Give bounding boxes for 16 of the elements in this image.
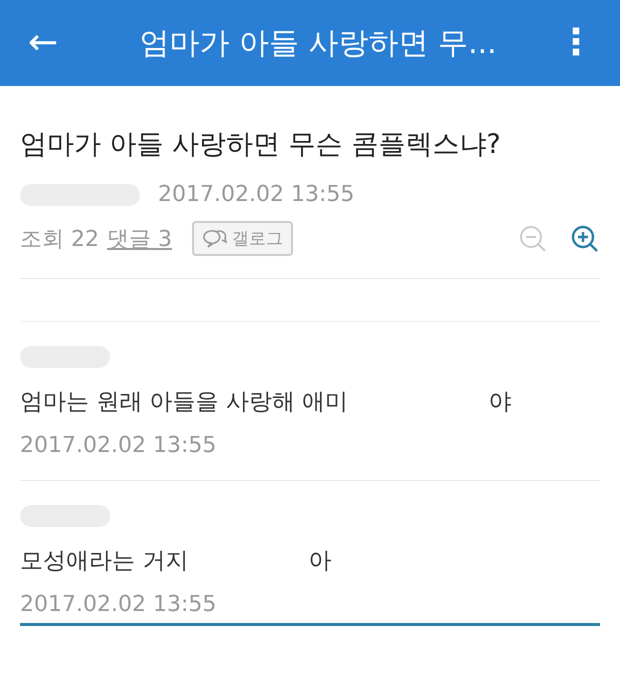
post-title: 엄마가 아들 사랑하면 무슨 콤플렉스냐?: [20, 128, 502, 162]
view-count: 조회 22: [20, 226, 99, 254]
comment-text: 엄마는 원래 아들을 사랑해 애미: [20, 388, 348, 417]
comment-text: 야: [488, 388, 512, 417]
post-date: 2017.02.02 13:55: [158, 182, 354, 207]
speech-bubbles-icon: [202, 228, 228, 250]
zoom-in-icon[interactable]: [570, 224, 600, 254]
comment-date: 2017.02.02 13:55: [20, 433, 218, 458]
menu-button[interactable]: ⋮: [554, 25, 598, 61]
comment-count-link[interactable]: 댓글 3: [107, 224, 172, 254]
comment-date: 2017.02.02 13:55: [20, 592, 218, 617]
gallog-button[interactable]: 갤로그: [192, 221, 293, 256]
back-button[interactable]: ←: [24, 25, 62, 61]
app-bar-title: 엄마가 아들 사랑하면 무...: [138, 24, 498, 62]
comment-text: 모성애라는 거지: [20, 547, 188, 576]
comment-text: 아: [308, 547, 332, 576]
